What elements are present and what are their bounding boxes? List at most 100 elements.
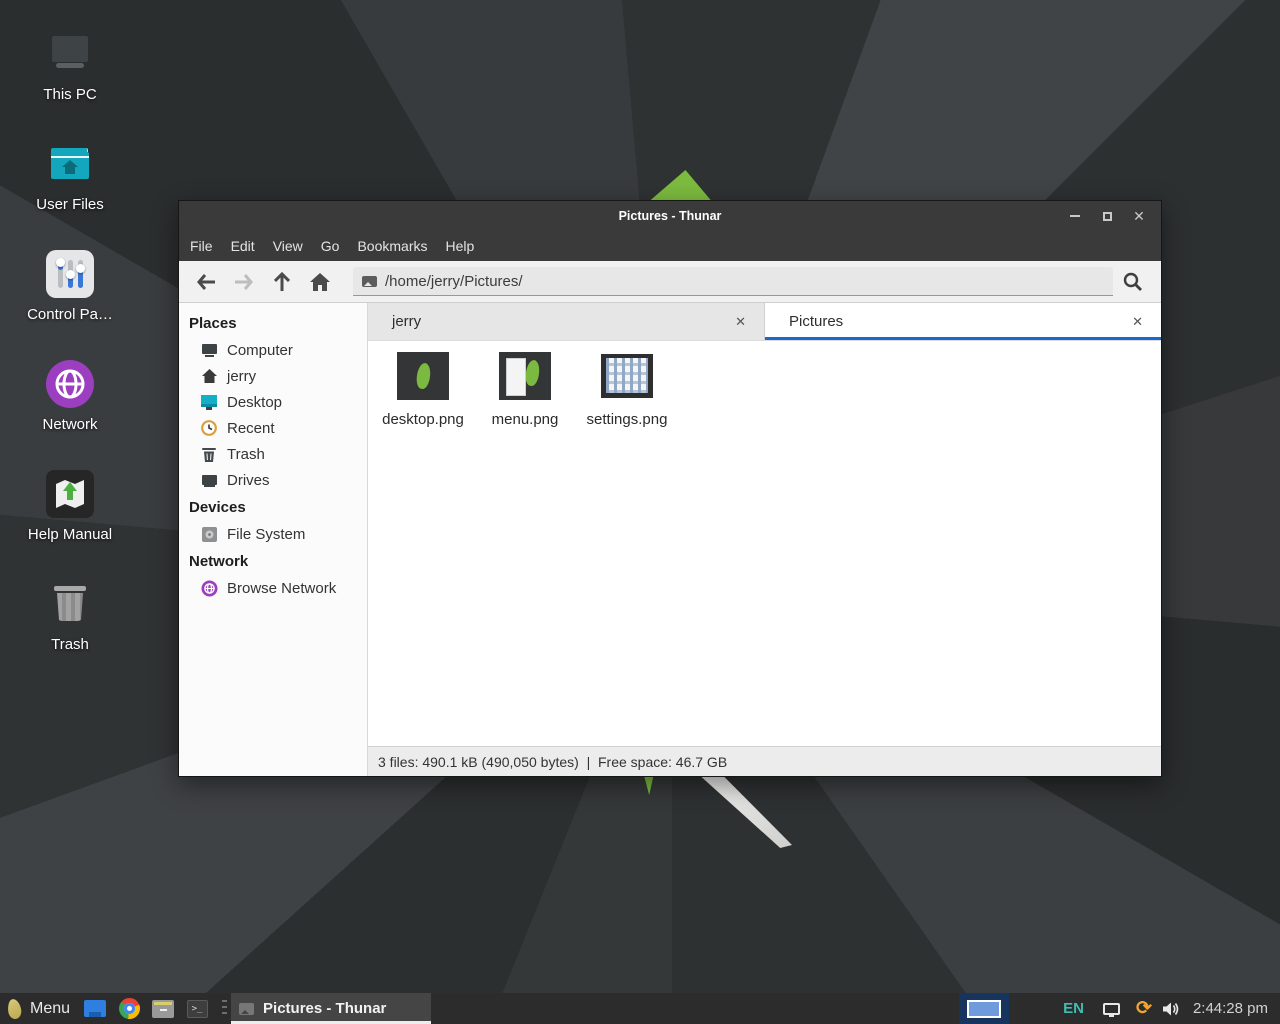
active-workspace bbox=[967, 1000, 1001, 1018]
file-settings-png[interactable]: settings.png bbox=[576, 347, 678, 428]
update-manager-tray-button[interactable]: ⟳ bbox=[1136, 999, 1152, 1018]
up-button[interactable] bbox=[263, 266, 301, 298]
close-button[interactable]: ✕ bbox=[1123, 201, 1155, 231]
desktop-icon-trash[interactable]: Trash bbox=[18, 572, 122, 682]
sidebar-item-recent[interactable]: Recent bbox=[179, 415, 367, 441]
desktop-icon-network[interactable]: Network bbox=[18, 352, 122, 462]
menu-help[interactable]: Help bbox=[437, 231, 484, 261]
wallpaper-mint-leaf bbox=[646, 170, 714, 204]
back-arrow-icon bbox=[196, 274, 216, 290]
show-desktop-icon bbox=[84, 1000, 106, 1017]
sidebar-item-desktop[interactable]: Desktop bbox=[179, 389, 367, 415]
menu-file[interactable]: File bbox=[181, 231, 222, 261]
file-view[interactable]: desktop.png menu.png settings.png bbox=[368, 341, 1161, 746]
workspace-switcher[interactable] bbox=[959, 993, 1009, 1024]
trash-icon bbox=[46, 580, 94, 628]
forward-arrow-icon bbox=[234, 274, 254, 290]
help-manual-icon bbox=[46, 470, 94, 518]
keyboard-layout-indicator[interactable]: EN bbox=[1063, 1000, 1084, 1017]
speaker-icon bbox=[1162, 1001, 1180, 1017]
file-menu-png[interactable]: menu.png bbox=[474, 347, 576, 428]
menu-button[interactable]: Menu bbox=[0, 993, 78, 1024]
task-button-thunar[interactable]: Pictures - Thunar bbox=[231, 993, 431, 1024]
sidebar-item-file-system[interactable]: File System bbox=[179, 521, 367, 547]
desktop-icon-this-pc[interactable]: This PC bbox=[18, 22, 122, 132]
menu-edit[interactable]: Edit bbox=[222, 231, 264, 261]
tab-close-icon[interactable]: ✕ bbox=[1126, 311, 1149, 333]
chrome-icon bbox=[119, 998, 140, 1019]
maximize-button[interactable] bbox=[1091, 201, 1123, 231]
display-settings-tray-button[interactable] bbox=[1097, 1003, 1126, 1015]
minimize-button[interactable] bbox=[1059, 201, 1091, 231]
sidebar-header-places: Places bbox=[179, 309, 367, 337]
path-bar[interactable]: /home/jerry/Pictures/ bbox=[353, 267, 1113, 296]
sidebar-item-label: jerry bbox=[227, 368, 256, 385]
tab-pictures[interactable]: Pictures ✕ bbox=[765, 303, 1161, 340]
maximize-icon bbox=[1103, 212, 1112, 221]
tasklist-handle[interactable] bbox=[222, 1000, 227, 1018]
search-button[interactable] bbox=[1113, 266, 1153, 298]
path-text: /home/jerry/Pictures/ bbox=[385, 273, 523, 290]
sidebar-item-label: Desktop bbox=[227, 394, 282, 411]
sidebar-header-devices: Devices bbox=[179, 493, 367, 521]
up-arrow-icon bbox=[274, 272, 290, 292]
menu-bookmarks[interactable]: Bookmarks bbox=[348, 231, 436, 261]
tab-close-icon[interactable]: ✕ bbox=[729, 311, 752, 333]
desktop-icon-label: Control Pa… bbox=[27, 306, 113, 323]
mint-logo-icon bbox=[7, 998, 23, 1020]
desktop-icon-label: Trash bbox=[51, 636, 89, 653]
menubar: File Edit View Go Bookmarks Help bbox=[179, 231, 1161, 261]
terminal-launcher[interactable]: >_ bbox=[185, 998, 209, 1020]
image-file-icon bbox=[239, 1003, 254, 1015]
sidebar-item-label: Computer bbox=[227, 342, 293, 359]
desktop-wallpaper: This PC User Files Control Pa… bbox=[0, 0, 1280, 1024]
settings-png-thumbnail bbox=[601, 354, 653, 398]
sidebar-item-drives[interactable]: Drives bbox=[179, 467, 367, 493]
search-icon bbox=[1123, 272, 1143, 292]
sidebar-item-label: Recent bbox=[227, 420, 275, 437]
window-titlebar[interactable]: Pictures - Thunar ✕ bbox=[179, 201, 1161, 231]
back-button[interactable] bbox=[187, 266, 225, 298]
sidebar-item-jerry[interactable]: jerry bbox=[179, 363, 367, 389]
menu-view[interactable]: View bbox=[264, 231, 312, 261]
notebook: jerry ✕ Pictures ✕ desktop.png bbox=[368, 303, 1161, 776]
image-file-icon bbox=[362, 276, 377, 287]
home-icon bbox=[310, 273, 330, 291]
browser-launcher[interactable] bbox=[117, 998, 141, 1020]
tab-bar: jerry ✕ Pictures ✕ bbox=[368, 303, 1161, 341]
thunar-window: Pictures - Thunar ✕ File Edit View Go Bo… bbox=[178, 200, 1162, 777]
network-globe-icon bbox=[200, 579, 218, 597]
sidebar-item-computer[interactable]: Computer bbox=[179, 337, 367, 363]
menu-button-label: Menu bbox=[30, 1000, 70, 1018]
menu-png-thumbnail bbox=[499, 352, 551, 400]
forward-button[interactable] bbox=[225, 266, 263, 298]
file-desktop-png[interactable]: desktop.png bbox=[372, 347, 474, 428]
file-name: settings.png bbox=[587, 411, 668, 428]
task-button-label: Pictures - Thunar bbox=[263, 1000, 386, 1017]
network-globe-icon bbox=[46, 360, 94, 408]
desktop-icon-control-panel[interactable]: Control Pa… bbox=[18, 242, 122, 352]
status-bar: 3 files: 490.1 kB (490,050 bytes) | Free… bbox=[368, 746, 1161, 776]
desktop-icon bbox=[200, 393, 218, 411]
desktop-icon-label: Help Manual bbox=[28, 526, 112, 543]
close-icon: ✕ bbox=[1133, 209, 1145, 223]
terminal-icon: >_ bbox=[187, 1000, 208, 1018]
desktop-icon-column: This PC User Files Control Pa… bbox=[18, 22, 122, 682]
desktop-icon-user-files[interactable]: User Files bbox=[18, 132, 122, 242]
menu-go[interactable]: Go bbox=[312, 231, 349, 261]
home-button[interactable] bbox=[301, 266, 339, 298]
tab-jerry[interactable]: jerry ✕ bbox=[368, 303, 765, 340]
volume-tray-button[interactable] bbox=[1162, 1001, 1180, 1017]
desktop-icon-help-manual[interactable]: Help Manual bbox=[18, 462, 122, 572]
control-panel-icon bbox=[46, 250, 94, 298]
file-manager-launcher[interactable] bbox=[151, 998, 175, 1020]
wallpaper-leaf-tip bbox=[642, 777, 658, 795]
sidebar-item-trash[interactable]: Trash bbox=[179, 441, 367, 467]
tab-label: Pictures bbox=[789, 313, 1126, 330]
sidebar-item-label: File System bbox=[227, 526, 305, 543]
window-controls: ✕ bbox=[1059, 201, 1155, 231]
show-desktop-button[interactable] bbox=[83, 998, 107, 1020]
clock[interactable]: 2:44:28 pm bbox=[1193, 1000, 1268, 1017]
toolbar: /home/jerry/Pictures/ bbox=[179, 261, 1161, 303]
sidebar-item-browse-network[interactable]: Browse Network bbox=[179, 575, 367, 601]
